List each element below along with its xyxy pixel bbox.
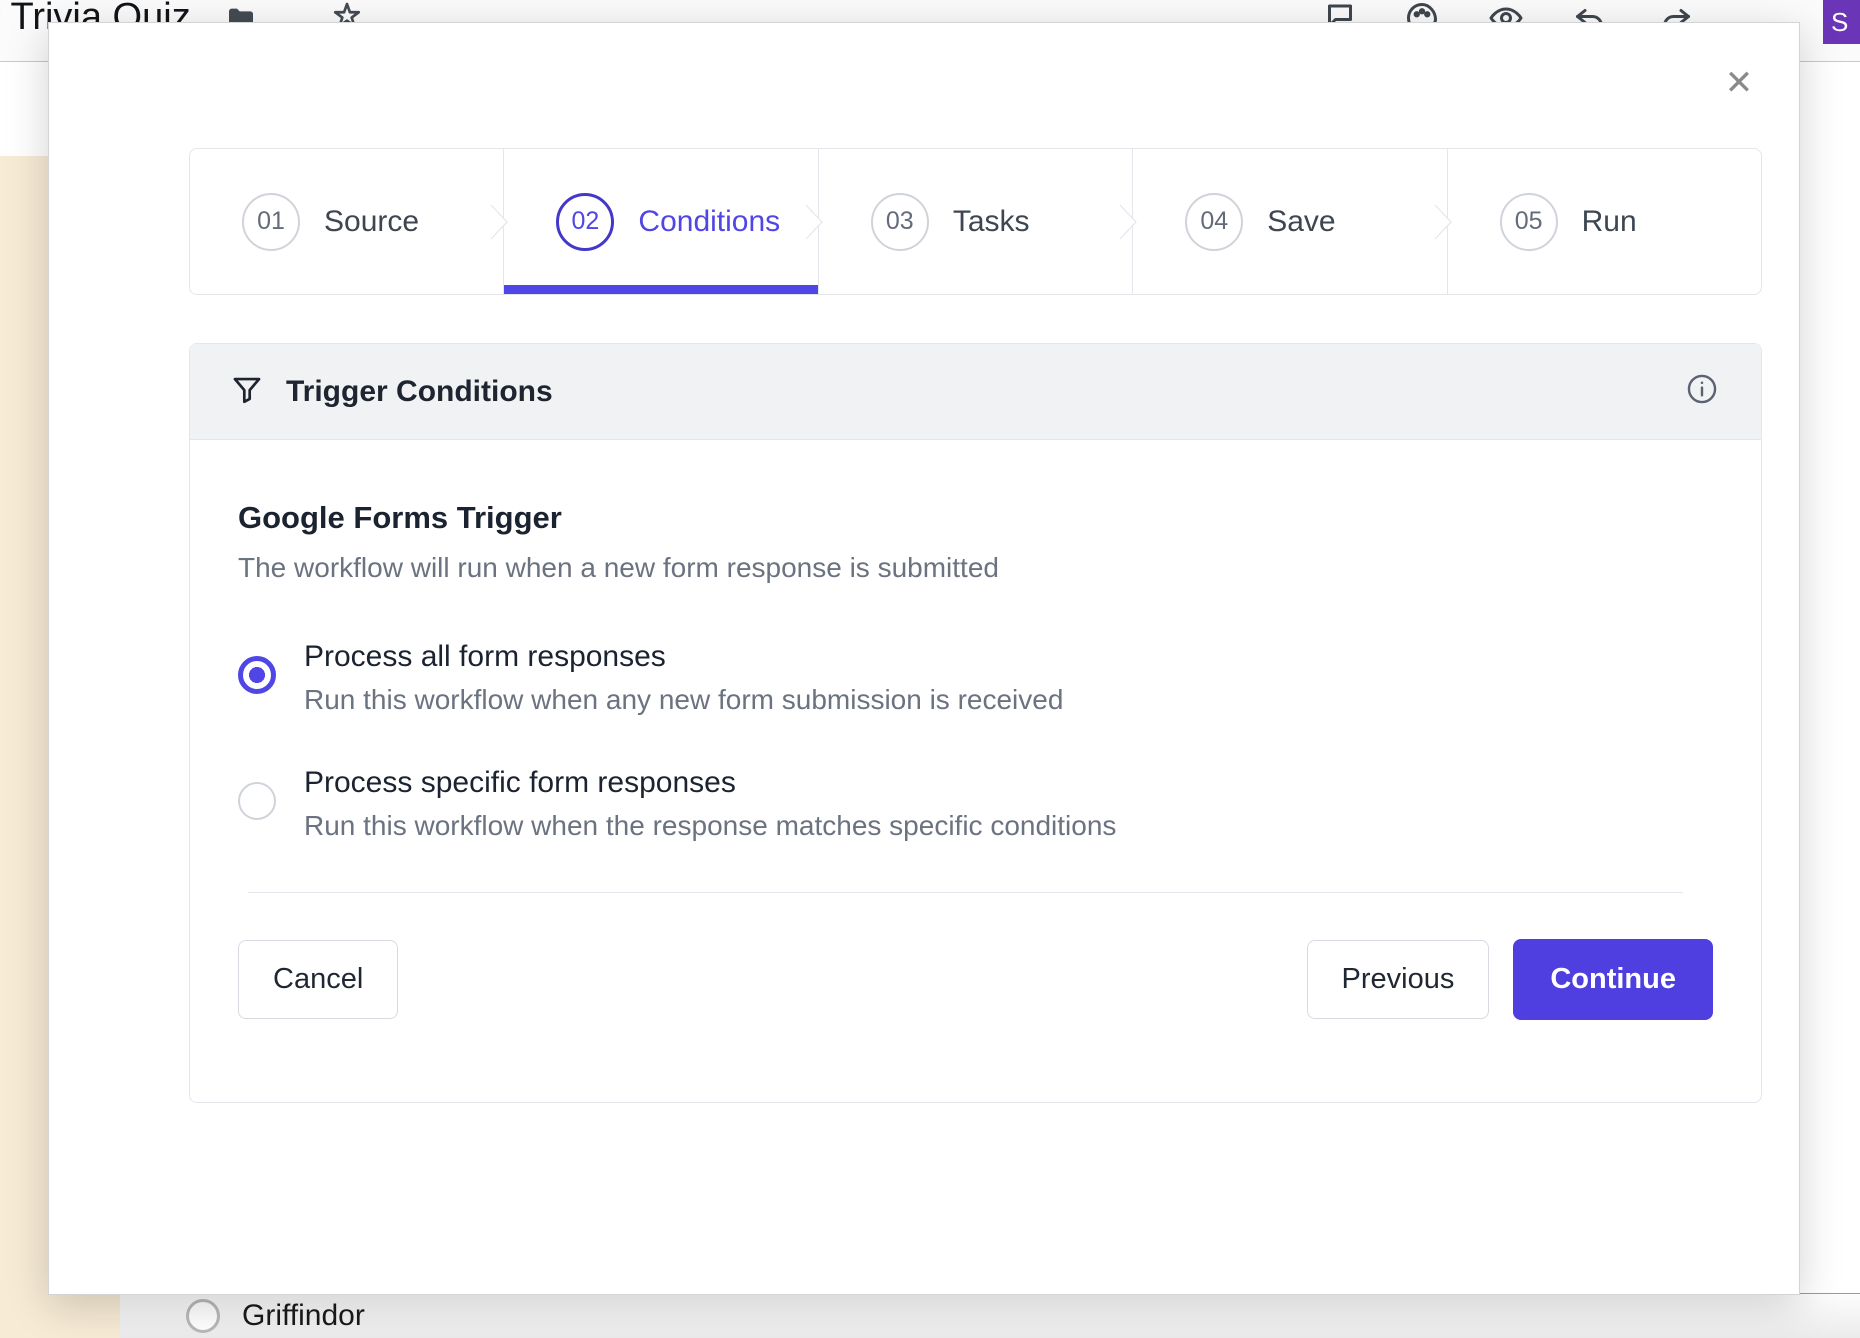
step-source[interactable]: 01 Source [190,149,504,294]
panel-header-left: Trigger Conditions [230,372,553,411]
background-form-option-row[interactable]: Griffindor [120,1293,1860,1338]
panel-body: Google Forms Trigger The workflow will r… [190,440,1761,893]
panel-footer: Cancel Previous Continue [190,893,1761,1020]
step-number: 05 [1500,193,1558,251]
step-label: Conditions [638,205,780,239]
previous-button[interactable]: Previous [1307,940,1490,1019]
workflow-wizard-modal: ✕ 01 Source 02 Conditions 03 Tasks 04 Sa… [48,22,1800,1295]
option-description: Run this workflow when the response matc… [304,810,1116,842]
radio-icon-process-all[interactable] [238,656,276,694]
page-root: Griffindor r Trivia Quiz [0,0,1860,1338]
option-process-specific[interactable]: Process specific form responses Run this… [238,766,1713,842]
step-number: 04 [1185,193,1243,251]
step-save[interactable]: 04 Save [1133,149,1447,294]
background-option-label: Griffindor [242,1299,365,1333]
panel-title: Trigger Conditions [286,375,553,409]
step-conditions[interactable]: 02 Conditions [504,149,818,294]
option-description: Run this workflow when any new form subm… [304,684,1063,716]
background-radio-icon[interactable] [186,1299,220,1333]
info-circle-icon[interactable] [1685,372,1719,411]
footer-right-actions: Previous Continue [1307,939,1713,1020]
step-label: Tasks [953,205,1030,239]
close-icon[interactable]: ✕ [1717,61,1761,105]
trigger-title: Google Forms Trigger [238,500,1713,536]
radio-icon-process-specific[interactable] [238,782,276,820]
trigger-subtitle: The workflow will run when a new form re… [238,552,1713,584]
step-tasks[interactable]: 03 Tasks [819,149,1133,294]
step-label: Source [324,205,419,239]
option-title: Process all form responses [304,640,1063,674]
continue-button[interactable]: Continue [1513,939,1713,1020]
option-title: Process specific form responses [304,766,1116,800]
step-number: 03 [871,193,929,251]
panel-header: Trigger Conditions [190,344,1761,440]
cancel-button[interactable]: Cancel [238,940,398,1019]
step-number: 01 [242,193,300,251]
step-label: Save [1267,205,1335,239]
step-number: 02 [556,193,614,251]
step-label: Run [1582,205,1637,239]
step-run[interactable]: 05 Run [1448,149,1761,294]
trigger-conditions-panel: Trigger Conditions Google Forms Trigger … [189,343,1762,1103]
background-send-button[interactable]: S [1823,0,1860,44]
filter-funnel-icon [230,372,264,411]
wizard-stepper: 01 Source 02 Conditions 03 Tasks 04 Save [189,148,1762,295]
option-process-all[interactable]: Process all form responses Run this work… [238,640,1713,716]
